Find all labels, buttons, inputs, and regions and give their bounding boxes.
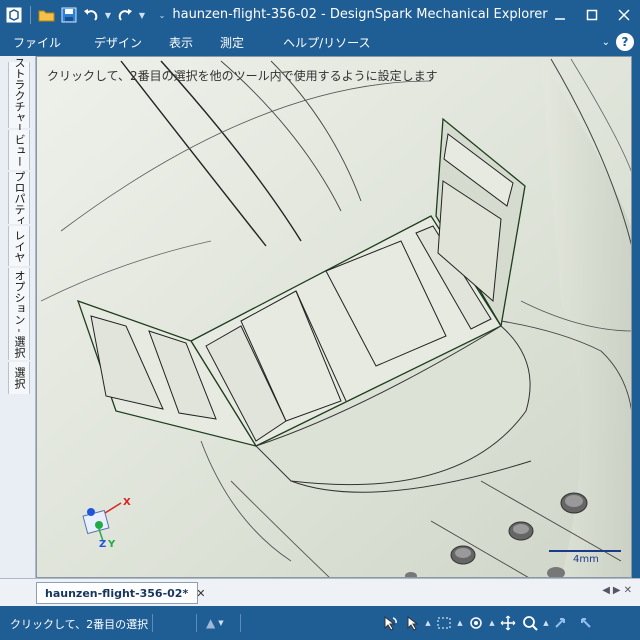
menu-bar: ファイル デザイン 表示 測定 ヘルプ/リソース ⌄ ? (0, 30, 640, 56)
open-folder-icon[interactable] (37, 5, 57, 25)
window-title: haunzen-flight-356-02 - DesignSpark Mech… (172, 7, 548, 22)
scale-bar: 4mm (549, 548, 621, 568)
redo-dropdown-icon[interactable]: ▼ (137, 11, 147, 20)
zoom-icon[interactable] (520, 614, 540, 632)
tab-next-icon[interactable]: ▶ (613, 585, 621, 596)
status-bar: クリックして、2番目の選択 ▲ ▼ ▲ ▲ ▲ ▲ (0, 606, 640, 640)
status-tools: ▲ ▲ ▲ ▲ (380, 614, 594, 632)
status-divider (196, 614, 197, 632)
orbit-icon[interactable] (466, 614, 486, 632)
status-view-tools: ▲ ▼ (206, 616, 224, 630)
help-icon[interactable]: ? (616, 33, 634, 51)
tab-select-label: 選択 (13, 367, 26, 389)
maximize-icon[interactable] (576, 0, 608, 30)
axis-y-label: Y (108, 539, 116, 550)
status-message: クリックして、2番目の選択 (10, 618, 149, 631)
menu-measure[interactable]: 測定 (206, 30, 257, 56)
tab-nav-arrows: ◀ ▶ ✕ (602, 585, 632, 596)
tab-prev-icon[interactable]: ◀ (602, 585, 610, 596)
tab-options-select[interactable]: オプション - 選択 (8, 268, 30, 360)
tab-structure[interactable]: ストラクチャー (8, 57, 30, 134)
window-controls (544, 0, 640, 30)
tab-properties[interactable]: プロパティ (8, 170, 30, 226)
minimize-icon[interactable] (544, 0, 576, 30)
viewport-hint: クリックして、2番目の選択を他のツール内で使用するように設定します (47, 69, 438, 83)
tab-layers-label: レイヤ (13, 229, 26, 263)
redo-icon[interactable] (115, 5, 135, 25)
pointer-icon[interactable] (402, 614, 422, 632)
save-icon[interactable] (59, 5, 79, 25)
side-panel-tabs: ストラクチャー ビュー プロパティ レイヤ オプション - 選択 選択 (0, 56, 36, 584)
close-icon[interactable] (608, 0, 640, 30)
title-bar: ▼ ▼ ⌄ haunzen-flight-356-02 - DesignSpar… (0, 0, 640, 30)
axis-z-label: Z (99, 539, 107, 550)
close-tab-icon[interactable]: ✕ (196, 587, 205, 600)
tab-layers[interactable]: レイヤ (8, 226, 30, 266)
menu-view[interactable]: 表示 (155, 30, 206, 56)
scale-bar-label: 4mm (573, 554, 599, 565)
menu-help[interactable]: ヘルプ/リソース (257, 30, 383, 56)
status-divider (152, 614, 153, 632)
tab-view-label: ビュー (13, 133, 26, 167)
tab-view[interactable]: ビュー (8, 130, 30, 170)
next-view-icon[interactable] (574, 614, 594, 632)
select-rotate-icon[interactable] (380, 614, 400, 632)
box-select-icon[interactable] (434, 614, 454, 632)
zoom-dropdown-icon[interactable]: ▲ (542, 619, 550, 627)
previous-view-icon[interactable] (552, 614, 572, 632)
status-divider (240, 614, 241, 632)
menu-design[interactable]: デザイン (74, 30, 155, 56)
tab-properties-label: プロパティ (13, 170, 26, 226)
document-tab[interactable]: haunzen-flight-356-02* ✕ (36, 582, 205, 604)
document-tab-name: haunzen-flight-356-02* (45, 586, 189, 600)
document-tab-strip: haunzen-flight-356-02* ✕ ◀ ▶ ✕ (0, 578, 640, 606)
undo-icon[interactable] (81, 5, 101, 25)
scale-bar-line (549, 550, 621, 552)
box-select-dropdown-icon[interactable]: ▲ (456, 619, 464, 627)
orbit-dropdown-icon[interactable]: ▲ (488, 619, 496, 627)
quick-access-toolbar: ▼ ▼ ⌄ (0, 0, 167, 30)
menu-file[interactable]: ファイル (0, 30, 74, 56)
axis-x-label: X (123, 497, 131, 508)
triangle-up-icon[interactable]: ▲ (206, 616, 215, 630)
pan-icon[interactable] (498, 614, 518, 632)
pointer-dropdown-icon[interactable]: ▲ (424, 619, 432, 627)
tab-structure-label: ストラクチャー (13, 56, 26, 134)
menu-right-controls: ⌄ ? (602, 33, 634, 51)
app-logo-icon[interactable] (4, 5, 24, 25)
ribbon-collapse-icon[interactable]: ⌄ (602, 37, 610, 48)
dropdown-icon[interactable]: ▼ (218, 616, 223, 630)
undo-dropdown-icon[interactable]: ▼ (103, 11, 113, 20)
tab-select[interactable]: 選択 (8, 362, 30, 394)
tab-close-icon[interactable]: ✕ (624, 585, 632, 596)
toolbar-separator (30, 6, 31, 24)
design-viewport[interactable]: クリックして、2番目の選択を他のツール内で使用するように設定します X Z Y … (36, 56, 632, 578)
tab-options-select-label: オプション - 選択 (13, 270, 26, 358)
